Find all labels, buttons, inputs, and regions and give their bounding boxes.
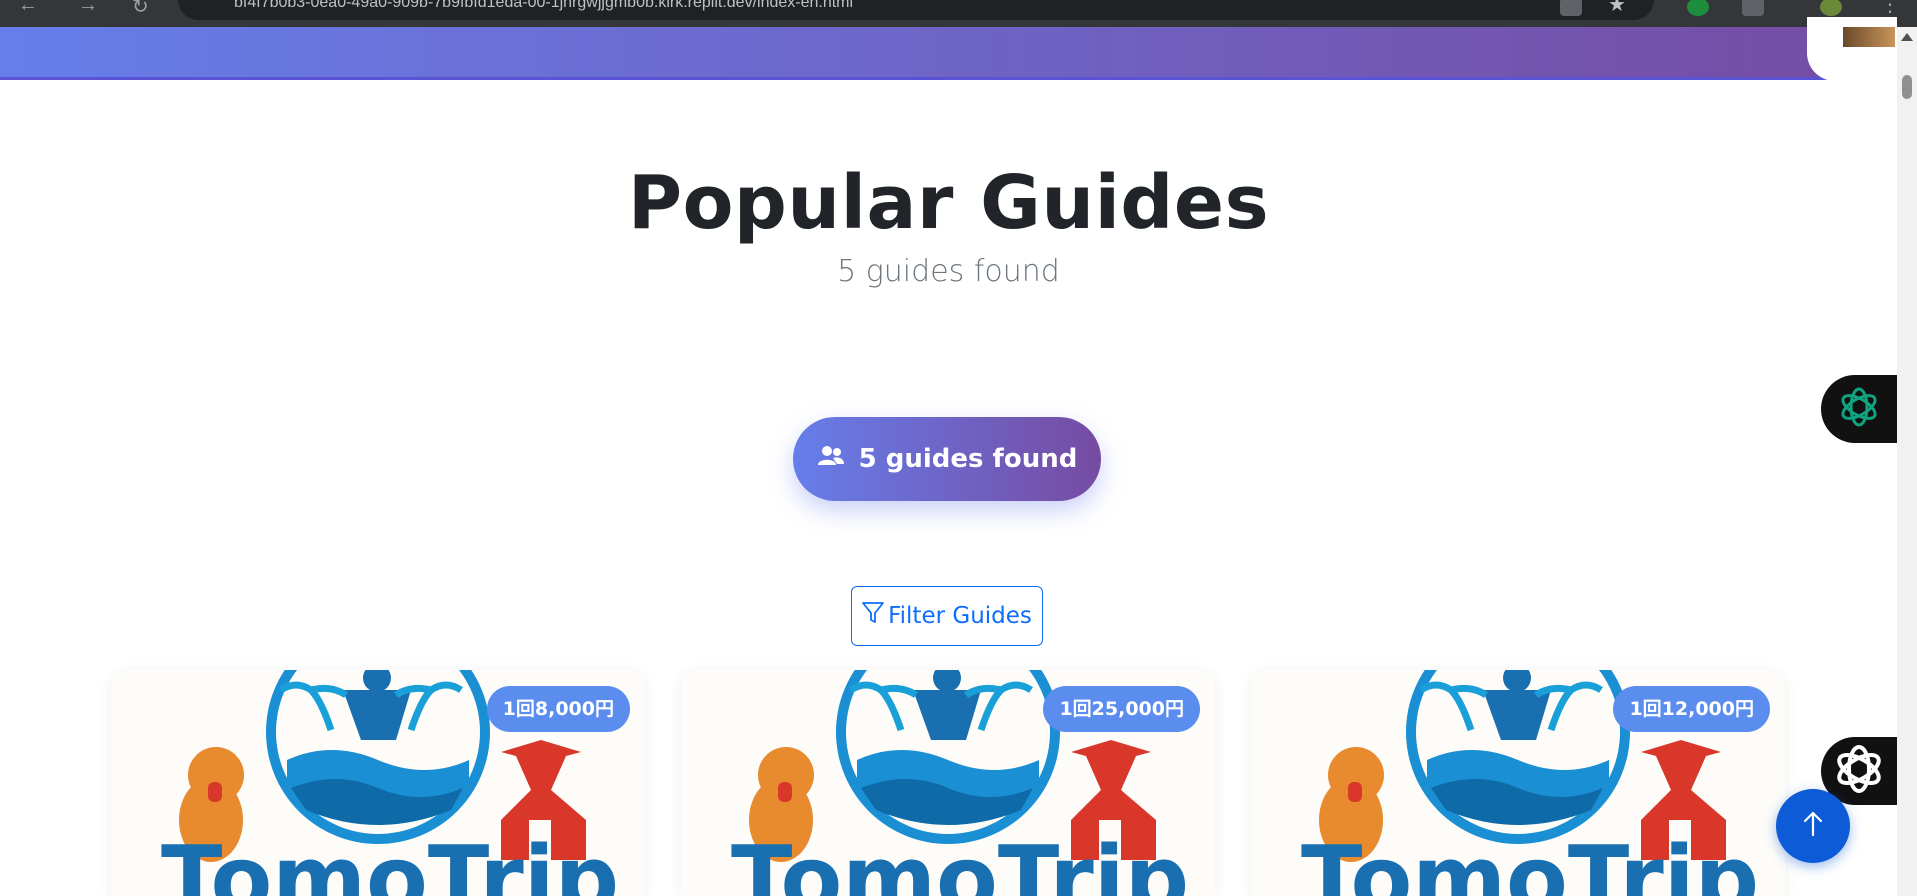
forward-icon[interactable]: →: [78, 0, 98, 17]
funnel-icon: [862, 601, 884, 631]
arrow-up-icon: [1802, 811, 1824, 842]
price-badge: 1回12,000円: [1613, 686, 1770, 732]
chatgpt-sidebar-button[interactable]: [1821, 375, 1897, 443]
profile-avatar[interactable]: [1820, 0, 1842, 16]
guides-count-badge: 5 guides found: [793, 417, 1101, 501]
guides-count-label: 5 guides found: [858, 444, 1078, 474]
site-header: [0, 17, 1897, 81]
bookmark-star-icon[interactable]: ★: [1608, 0, 1626, 17]
openai-knot-icon: [1832, 742, 1886, 801]
extensions-icon[interactable]: [1742, 0, 1764, 16]
price-badge: 1回8,000円: [486, 686, 630, 732]
reload-icon[interactable]: ↻: [132, 0, 149, 19]
scroll-up-arrow-icon[interactable]: [1901, 33, 1913, 41]
guide-card[interactable]: TomoTrip 1回8,000円: [111, 670, 645, 896]
back-icon[interactable]: ←: [18, 0, 38, 17]
page-subtitle: 5 guides found: [837, 254, 1060, 289]
scrollbar[interactable]: [1897, 27, 1917, 896]
header-thumbnail[interactable]: [1843, 27, 1895, 47]
price-badge: 1回25,000円: [1043, 686, 1200, 732]
menu-dots-icon[interactable]: ⋮: [1880, 0, 1900, 17]
openai-logo-icon: [1836, 384, 1882, 435]
page-title: Popular Guides: [627, 160, 1270, 246]
extension-shield-icon[interactable]: [1687, 0, 1709, 16]
back-to-top-button[interactable]: [1776, 789, 1850, 863]
filter-guides-label: Filter Guides: [888, 603, 1032, 629]
header-user-area: [1807, 17, 1897, 81]
translate-icon[interactable]: [1560, 0, 1582, 16]
users-icon: [817, 444, 845, 474]
guide-card[interactable]: TomoTrip 1回25,000円: [681, 670, 1215, 896]
filter-guides-button[interactable]: Filter Guides: [851, 586, 1043, 646]
scrollbar-thumb[interactable]: [1902, 75, 1912, 99]
guide-card[interactable]: TomoTrip 1回12,000円: [1251, 670, 1785, 896]
address-bar-url: bf4f7b0b3-0ea0-49a0-909b-7b9fbfd1eda-00-…: [234, 0, 854, 11]
svg-text:TomoTrip: TomoTrip: [1301, 827, 1759, 896]
svg-text:TomoTrip: TomoTrip: [161, 827, 619, 896]
svg-text:TomoTrip: TomoTrip: [731, 827, 1189, 896]
browser-toolbar: ← → ↻ bf4f7b0b3-0ea0-49a0-909b-7b9fbfd1e…: [0, 0, 1917, 27]
